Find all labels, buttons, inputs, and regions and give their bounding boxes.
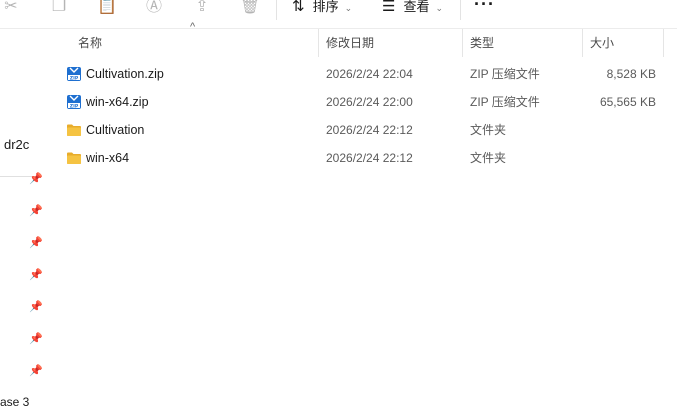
svg-text:ZIP: ZIP [70, 75, 79, 81]
file-row[interactable]: ZIP Cultivation.zip 2026/2/24 22:04 ZIP … [48, 60, 677, 88]
navigation-pane: dr2c 📌 📌 📌 📌 📌 📌 📌 [0, 29, 48, 407]
paste-icon[interactable]: 📋 [96, 0, 118, 18]
file-name: win-x64.zip [86, 95, 149, 109]
view-button[interactable]: ☰ 查看 ⌄ [382, 0, 443, 18]
pin-icon[interactable]: 📌 [29, 236, 43, 250]
column-header-name[interactable]: 名称 [78, 29, 102, 57]
pin-icon[interactable]: 📌 [29, 364, 43, 378]
svg-text:ZIP: ZIP [70, 103, 79, 109]
column-divider[interactable] [318, 29, 319, 57]
view-icon: ☰ [382, 0, 396, 15]
file-size: 65,565 KB [599, 95, 656, 109]
file-row[interactable]: ZIP win-x64.zip 2026/2/24 22:00 ZIP 压缩文件… [48, 88, 677, 116]
rename-icon[interactable]: Ⓐ [143, 0, 165, 18]
file-date: 2026/2/24 22:12 [326, 151, 413, 165]
copy-icon[interactable]: ❐ [48, 0, 70, 18]
pin-icon[interactable]: 📌 [29, 300, 43, 314]
file-type: 文件夹 [470, 123, 507, 137]
file-type: ZIP 压缩文件 [470, 95, 540, 109]
pin-icon[interactable]: 📌 [29, 172, 43, 186]
share-icon[interactable]: ⇪ [191, 0, 213, 18]
column-divider[interactable] [462, 29, 463, 57]
folder-icon [67, 152, 81, 164]
toolbar-divider [276, 0, 277, 20]
delete-icon[interactable]: 🗑 [239, 0, 261, 18]
column-divider[interactable] [582, 29, 583, 57]
folder-name: win-x64 [86, 151, 130, 165]
zip-icon: ZIP [67, 67, 81, 81]
sort-icon: ⇅ [292, 0, 305, 15]
toolbar-divider [460, 0, 461, 20]
column-header-size[interactable]: 大小 [590, 29, 614, 57]
folder-row[interactable]: Cultivation 2026/2/24 22:12 文件夹 [48, 116, 677, 144]
chevron-down-icon: ⌄ [435, 3, 444, 13]
cut-icon[interactable]: ✂ [0, 0, 22, 18]
column-header-type[interactable]: 类型 [470, 29, 494, 57]
command-bar: ✂ ❐ 📋 Ⓐ ⇪ 🗑 ⇅ 排序 ⌄ ☰ 查看 ⌄ ··· [0, 0, 677, 28]
folder-row[interactable]: win-x64 2026/2/24 22:12 文件夹 [48, 144, 677, 172]
file-date: 2026/2/24 22:00 [326, 95, 413, 109]
column-divider[interactable] [663, 29, 664, 57]
sort-ascending-icon: ^ [190, 21, 196, 33]
pin-icon[interactable]: 📌 [29, 204, 43, 218]
nav-item-dr2c[interactable]: dr2c [4, 137, 29, 152]
file-date: 2026/2/24 22:04 [326, 67, 413, 81]
file-type: 文件夹 [470, 151, 507, 165]
pin-icon[interactable]: 📌 [29, 268, 43, 282]
file-name: Cultivation.zip [86, 67, 164, 81]
column-header-date[interactable]: 修改日期 [326, 29, 374, 57]
pin-icon[interactable]: 📌 [29, 332, 43, 346]
file-type: ZIP 压缩文件 [470, 67, 540, 81]
zip-icon: ZIP [67, 95, 81, 109]
folder-name: Cultivation [86, 123, 145, 137]
chevron-down-icon: ⌄ [344, 3, 353, 13]
folder-icon [67, 124, 81, 136]
file-size: 8,528 KB [606, 67, 656, 81]
file-date: 2026/2/24 22:12 [326, 123, 413, 137]
sort-button[interactable]: ⇅ 排序 ⌄ [292, 0, 352, 18]
more-options-button[interactable]: ··· [474, 0, 495, 15]
